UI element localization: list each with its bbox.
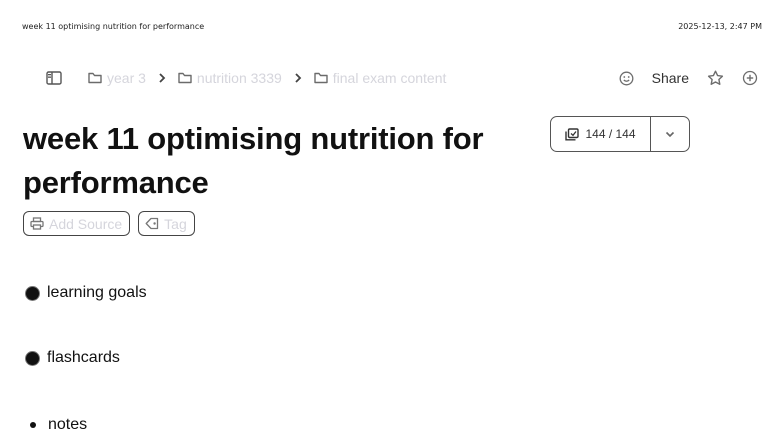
chevron-down-icon[interactable] — [651, 117, 689, 151]
share-button[interactable]: Share — [652, 70, 689, 86]
folder-icon — [88, 72, 102, 84]
page-title[interactable]: week 11 optimising nutrition for perform… — [23, 117, 543, 205]
add-source-button[interactable]: Add Source — [23, 211, 131, 236]
print-doc-title: week 11 optimising nutrition for perform… — [22, 22, 205, 31]
printer-icon — [30, 217, 44, 230]
breadcrumb-item-year[interactable]: year 3 — [88, 70, 146, 86]
print-header: week 11 optimising nutrition for perform… — [22, 22, 762, 34]
card-counter[interactable]: 144 / 144 — [550, 116, 690, 152]
block-label: notes — [48, 416, 88, 433]
breadcrumb: year 3 nutrition 3339 final exam content — [88, 70, 446, 86]
breadcrumb-label: final exam content — [332, 70, 447, 86]
toggle-bullet-icon[interactable] — [26, 351, 39, 365]
top-toolbar: year 3 nutrition 3339 final exam content… — [46, 66, 758, 90]
bullet-icon — [30, 422, 36, 428]
card-count-label: 144 / 144 — [585, 127, 636, 141]
add-source-label: Add Source — [49, 215, 123, 232]
folder-icon — [314, 72, 328, 84]
card-count-button[interactable]: 144 / 144 — [551, 117, 651, 151]
page-chips: Add Source Tag — [23, 211, 195, 236]
block-label: learning goals — [47, 284, 147, 301]
smiley-icon[interactable] — [619, 71, 634, 86]
breadcrumb-item-folder[interactable]: final exam content — [314, 70, 447, 86]
cards-icon — [565, 127, 580, 140]
toolbar-actions: Share — [619, 70, 758, 86]
tag-label: Tag — [164, 215, 187, 232]
toggle-block-learning-goals[interactable]: learning goals — [26, 284, 147, 302]
star-icon[interactable] — [707, 70, 724, 86]
tag-icon — [145, 217, 159, 230]
folder-icon — [178, 72, 192, 84]
breadcrumb-label: nutrition 3339 — [196, 70, 282, 86]
sidebar-toggle-icon[interactable] — [46, 71, 62, 85]
print-datetime: 2025-12-13, 2:47 PM — [678, 22, 762, 31]
breadcrumb-label: year 3 — [107, 70, 146, 86]
add-circle-icon[interactable] — [742, 70, 758, 86]
toggle-block-flashcards[interactable]: flashcards — [26, 349, 120, 367]
breadcrumb-item-course[interactable]: nutrition 3339 — [178, 70, 282, 86]
block-label: flashcards — [47, 349, 120, 366]
list-item-notes[interactable]: notes — [26, 416, 87, 434]
chevron-right-icon — [294, 73, 302, 83]
chevron-right-icon — [158, 73, 166, 83]
toggle-bullet-icon[interactable] — [26, 286, 39, 300]
tag-button[interactable]: Tag — [138, 211, 195, 236]
